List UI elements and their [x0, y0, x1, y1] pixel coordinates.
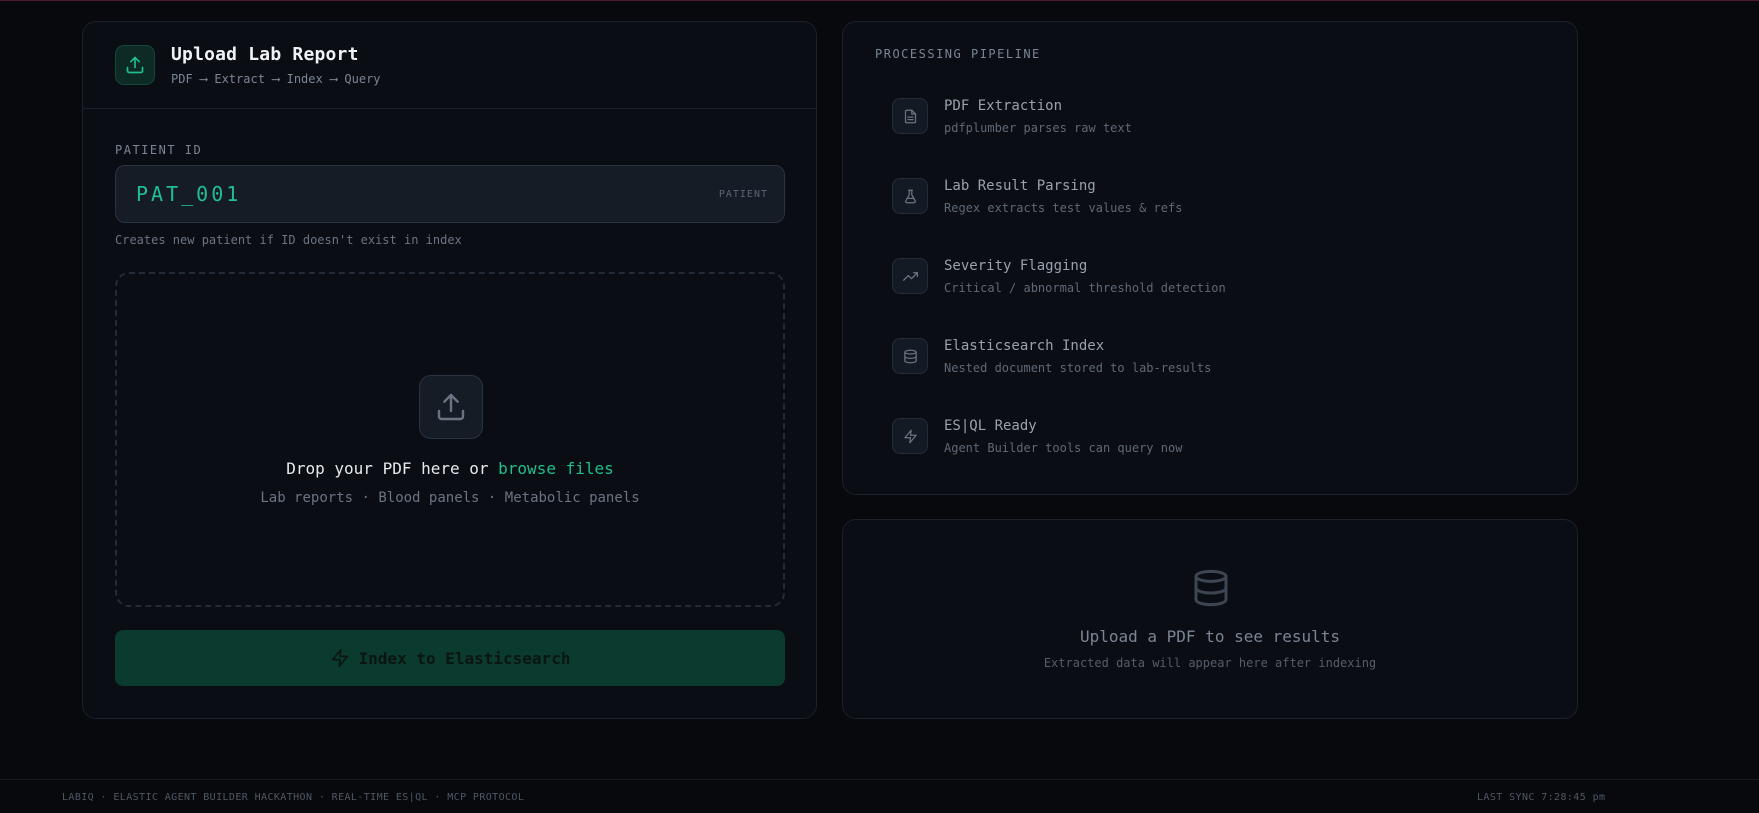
browse-files-link[interactable]: browse files: [498, 459, 614, 478]
step-desc: Agent Builder tools can query now: [944, 441, 1183, 455]
footer-credits: LABIQ · ELASTIC AGENT BUILDER HACKATHON …: [62, 792, 525, 803]
upload-title: Upload Lab Report: [171, 44, 359, 65]
pipeline-step-es-index: Elasticsearch Index Nested document stor…: [892, 338, 1211, 375]
pipeline-card: PROCESSING PIPELINE PDF Extraction pdfpl…: [842, 21, 1578, 495]
zap-icon: [331, 648, 348, 668]
drop-text: Drop your PDF here or: [286, 459, 499, 478]
upload-icon: [419, 375, 483, 439]
pipeline-step-esql-ready: ES|QL Ready Agent Builder tools can quer…: [892, 418, 1182, 455]
patient-id-value[interactable]: PAT_001: [136, 182, 719, 206]
pdf-dropzone[interactable]: Drop your PDF here or browse files Lab r…: [115, 272, 785, 607]
step-name: Severity Flagging: [944, 258, 1088, 274]
pipeline-title: PROCESSING PIPELINE: [875, 47, 1041, 61]
step-desc: Nested document stored to lab-results: [944, 361, 1212, 375]
database-icon: [1191, 568, 1231, 612]
patient-tag: PATIENT: [718, 188, 768, 200]
flask-icon: [892, 178, 928, 214]
step-name: Elasticsearch Index: [944, 338, 1105, 354]
trending-up-icon: [892, 258, 928, 294]
upload-subtitle: PDF ⟶ Extract ⟶ Index ⟶ Query: [171, 72, 381, 86]
top-accent-line: [0, 0, 1759, 1]
patient-id-input[interactable]: PAT_001 PATIENT: [115, 165, 785, 223]
upload-icon: [115, 45, 155, 85]
results-empty-subtitle: Extracted data will appear here after in…: [1043, 656, 1377, 670]
pipeline-step-severity: Severity Flagging Critical / abnormal th…: [892, 258, 1226, 295]
footer: LABIQ · ELASTIC AGENT BUILDER HACKATHON …: [0, 779, 1759, 813]
patient-id-hint: Creates new patient if ID doesn't exist …: [115, 233, 462, 247]
results-empty-title: Upload a PDF to see results: [1079, 627, 1341, 646]
upload-card: Upload Lab Report PDF ⟶ Extract ⟶ Index …: [82, 21, 817, 719]
database-icon: [892, 338, 928, 374]
index-button-label: Index to Elasticsearch: [358, 648, 571, 668]
last-sync-status: LAST SYNC 7:28:45 pm: [1477, 792, 1606, 803]
step-desc: Regex extracts test values & refs: [944, 201, 1183, 215]
step-desc: Critical / abnormal threshold detection: [944, 281, 1226, 295]
upload-header: Upload Lab Report PDF ⟶ Extract ⟶ Index …: [83, 22, 816, 109]
index-button[interactable]: Index to Elasticsearch: [115, 630, 785, 686]
patient-id-label: PATIENT ID: [115, 143, 203, 157]
file-text-icon: [892, 98, 928, 134]
drop-formats: Lab reports · Blood panels · Metabolic p…: [260, 490, 640, 506]
drop-instruction: Drop your PDF here or browse files: [117, 459, 783, 478]
zap-icon: [892, 418, 928, 454]
pipeline-step-pdf-extraction: PDF Extraction pdfplumber parses raw tex…: [892, 98, 1132, 135]
results-card: Upload a PDF to see results Extracted da…: [842, 519, 1578, 719]
step-name: ES|QL Ready: [944, 418, 1037, 434]
pipeline-step-lab-parsing: Lab Result Parsing Regex extracts test v…: [892, 178, 1182, 215]
step-desc: pdfplumber parses raw text: [944, 121, 1132, 135]
step-name: PDF Extraction: [944, 98, 1063, 114]
step-name: Lab Result Parsing: [944, 178, 1096, 194]
